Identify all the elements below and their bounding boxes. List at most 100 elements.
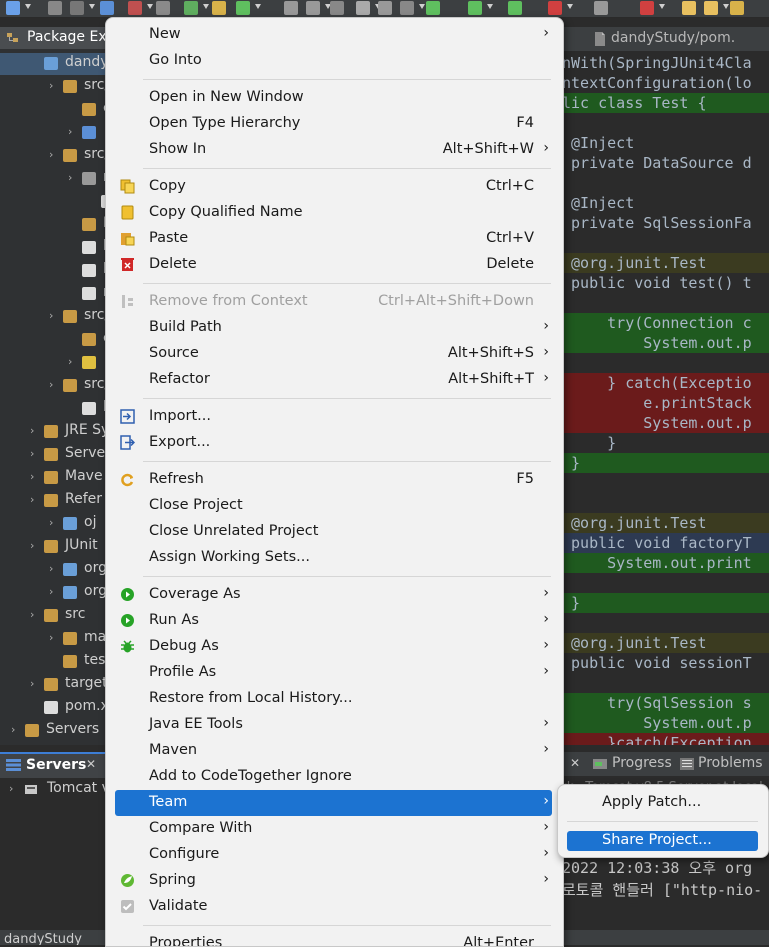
folder-icon[interactable]	[212, 1, 226, 15]
window-icon[interactable]	[100, 1, 114, 15]
close-tab-icon[interactable]: ✕	[570, 756, 580, 770]
expand-icon[interactable]: ›	[30, 493, 34, 506]
toolbar-icon[interactable]	[400, 1, 414, 15]
code-line[interactable]: } catch(Exceptio	[562, 373, 769, 393]
menu-item-new[interactable]: New ›	[115, 22, 552, 48]
toolbar-icon[interactable]	[356, 1, 370, 15]
code-line[interactable]: try(SqlSession s	[562, 693, 769, 713]
expand-icon[interactable]: ›	[68, 171, 72, 184]
tree-item[interactable]: › target	[0, 674, 105, 696]
menu-item-go-into[interactable]: Go Into	[115, 48, 552, 74]
code-line[interactable]: }	[562, 593, 769, 613]
code-line[interactable]	[562, 673, 769, 693]
expand-icon[interactable]: ›	[30, 608, 34, 621]
tree-item[interactable]: › JUnit	[0, 536, 105, 558]
submenu-item-share-project[interactable]: Share Project...	[567, 831, 758, 851]
menu-item-export[interactable]: Export...	[115, 430, 552, 456]
expand-icon[interactable]: ›	[68, 125, 72, 138]
menu-item-import[interactable]: Import...	[115, 404, 552, 430]
menu-item-configure[interactable]: Configure ›	[115, 842, 552, 868]
expand-icon[interactable]: ›	[49, 516, 53, 529]
open-folder-icon[interactable]	[682, 1, 696, 15]
code-line[interactable]: System.out.print	[562, 553, 769, 573]
menu-item-debug-as[interactable]: Debug As ›	[115, 634, 552, 660]
menu-item-restore-from-local-history[interactable]: Restore from Local History...	[115, 686, 552, 712]
expand-icon[interactable]: ›	[11, 723, 15, 736]
tree-item[interactable]: log	[0, 260, 105, 282]
code-line[interactable]: @Inject	[562, 133, 769, 153]
menu-item-java-ee-tools[interactable]: Java EE Tools ›	[115, 712, 552, 738]
menu-item-copy-qualified-name[interactable]: Copy Qualified Name	[115, 200, 552, 226]
code-line[interactable]: }catch(Exception	[562, 733, 769, 745]
code-line[interactable]	[562, 573, 769, 593]
tree-item[interactable]: log	[0, 398, 105, 420]
tree-item[interactable]: › src	[0, 605, 105, 627]
tree-item[interactable]: dandyStud	[0, 53, 105, 75]
expand-icon[interactable]: ›	[9, 782, 13, 795]
expand-icon[interactable]: ›	[30, 539, 34, 552]
menu-item-spring[interactable]: Spring ›	[115, 868, 552, 894]
code-line[interactable]: public void sessionT	[562, 653, 769, 673]
editor-tab-pom[interactable]: dandyStudy/pom.	[590, 27, 769, 51]
expand-icon[interactable]: ›	[68, 355, 72, 368]
menu-item-refresh[interactable]: Refresh F5	[115, 467, 552, 493]
menu-item-maven[interactable]: Maven ›	[115, 738, 552, 764]
menu-item-assign-working-sets[interactable]: Assign Working Sets...	[115, 545, 552, 571]
tree-item[interactable]: pom.x	[0, 697, 105, 719]
code-line[interactable]: @Inject	[562, 193, 769, 213]
code-line[interactable]: ntextConfiguration(lo	[562, 73, 769, 93]
menu-item-delete[interactable]: Delete Delete	[115, 252, 552, 278]
code-line[interactable]: }	[562, 433, 769, 453]
expand-icon[interactable]: ›	[30, 470, 34, 483]
code-line[interactable]	[562, 493, 769, 513]
menu-item-copy[interactable]: Copy Ctrl+C	[115, 174, 552, 200]
tree-item[interactable]: › JRE Sy	[0, 421, 105, 443]
expand-icon[interactable]: ›	[49, 562, 53, 575]
tree-item[interactable]: › oj	[0, 513, 105, 535]
tab-problems[interactable]: Problems	[678, 752, 769, 776]
code-line[interactable]	[562, 113, 769, 133]
code-line[interactable]: lic class Test {	[562, 93, 769, 113]
code-line[interactable]	[562, 233, 769, 253]
code-line[interactable]: @org.junit.Test	[562, 633, 769, 653]
chevron-down-icon[interactable]	[89, 4, 95, 9]
tree-item[interactable]: › ma	[0, 628, 105, 650]
package-explorer-tab[interactable]: Package Ex	[0, 27, 105, 49]
tree-item[interactable]: co	[0, 329, 105, 351]
menu-item-paste[interactable]: Paste Ctrl+V	[115, 226, 552, 252]
chevron-down-icon[interactable]	[255, 4, 261, 9]
tree-item[interactable]: › org	[0, 582, 105, 604]
marker-icon[interactable]	[640, 1, 654, 15]
tree-item[interactable]: › src/m	[0, 76, 105, 98]
tree-item[interactable]: › Servers	[0, 720, 105, 742]
chevron-down-icon[interactable]	[567, 4, 573, 9]
tree-item[interactable]: tes	[0, 651, 105, 673]
tree-item[interactable]: › Mave	[0, 467, 105, 489]
menu-item-refactor[interactable]: Refactor Alt+Shift+T ›	[115, 367, 552, 393]
code-line[interactable]: private DataSource d	[562, 153, 769, 173]
close-tab-icon[interactable]: ✕	[86, 757, 96, 771]
new-class-icon[interactable]	[236, 1, 250, 15]
code-line[interactable]: @org.junit.Test	[562, 513, 769, 533]
bug-icon[interactable]	[426, 1, 440, 15]
tree-item[interactable]: log	[0, 237, 105, 259]
menu-item-build-path[interactable]: Build Path ›	[115, 315, 552, 341]
code-line[interactable]: System.out.p	[562, 333, 769, 353]
code-line[interactable]: System.out.p	[562, 413, 769, 433]
menu-item-profile-as[interactable]: Profile As ›	[115, 660, 552, 686]
code-line[interactable]: private SqlSessionFa	[562, 213, 769, 233]
expand-icon[interactable]: ›	[49, 585, 53, 598]
code-line[interactable]: try(Connection c	[562, 313, 769, 333]
code-line[interactable]: System.out.p	[562, 713, 769, 733]
search-icon[interactable]	[730, 1, 744, 15]
menu-item-add-to-codetogether-ignore[interactable]: Add to CodeTogether Ignore	[115, 764, 552, 790]
code-line[interactable]: public void test() t	[562, 273, 769, 293]
code-line[interactable]	[562, 353, 769, 373]
stop-icon[interactable]	[548, 1, 562, 15]
code-line[interactable]	[562, 173, 769, 193]
run-icon[interactable]	[468, 1, 482, 15]
chevron-down-icon[interactable]	[487, 4, 493, 9]
edit-icon[interactable]	[330, 1, 344, 15]
server-item[interactable]: › Tomcat v	[0, 778, 110, 800]
code-line[interactable]: nWith(SpringJUnit4Cla	[562, 53, 769, 73]
